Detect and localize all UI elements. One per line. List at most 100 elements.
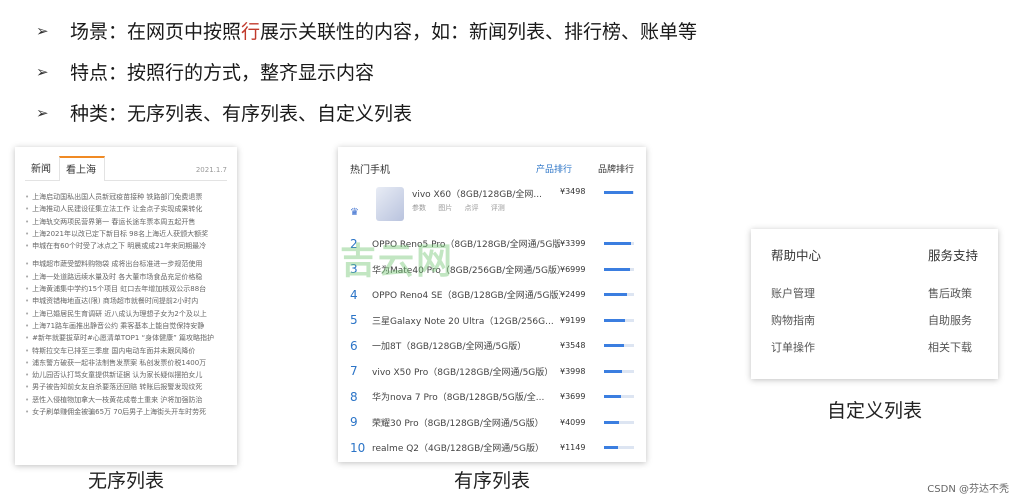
- list-item[interactable]: 申城资错梅地直达(限) 商场超市就餐时间提前2小时内: [25, 295, 227, 307]
- bullet-types: ➢ 种类：无序列表、有序列表、自定义列表: [36, 92, 936, 133]
- news-list: 上海启动国私出国人员新冠疫苗接种 铁路部门免费退票 上海推动人民建设征集立法工作…: [25, 191, 227, 418]
- list-item[interactable]: 上海2021年以改已定下新目标 98名上海近人获颁大额奖: [25, 228, 227, 240]
- phone-name[interactable]: realme Q2（4GB/128GB/全网通/5G版）: [372, 441, 560, 454]
- tab-product-ranking[interactable]: 产品排行: [536, 162, 572, 175]
- tab-news[interactable]: 新闻: [25, 160, 59, 180]
- link-account[interactable]: 账户管理: [771, 285, 821, 312]
- rank-number: 10: [350, 440, 366, 455]
- ranking-header: 热门手机 产品排行 品牌排行: [350, 157, 634, 179]
- bullet-feature: ➢ 特点：按照行的方式，整齐显示内容: [36, 51, 936, 92]
- list-item[interactable]: 上海已婚居民生育调研 近八成认为理想子女为2个及以上: [25, 308, 227, 320]
- bullet-scene: ➢ 场景：在网页中按照行展示关联性的内容，如：新闻列表、排行榜、账单等: [36, 10, 936, 51]
- bullet-text: 种类：无序列表、有序列表、自定义列表: [70, 103, 413, 125]
- action-comments[interactable]: 点评: [464, 204, 478, 212]
- news-date: 2021.1.7: [195, 166, 227, 174]
- rank-number: 9: [350, 415, 358, 430]
- ranking-row[interactable]: 6 一加8T（8GB/128GB/全网通/5G版） ¥3548: [350, 333, 634, 359]
- tab-brand-ranking[interactable]: 品牌排行: [598, 162, 634, 175]
- arrow-icon: ➢: [36, 62, 49, 81]
- link-downloads[interactable]: 相关下载: [928, 339, 978, 366]
- list-item[interactable]: 上海推动人民建设征集立法工作 让金点子实现成果转化: [25, 203, 227, 215]
- list-item[interactable]: 女子刷单赚佣金被骗65万 70后男子上海街头开车时劳死: [25, 406, 227, 418]
- caption-ordered: 有序列表: [453, 470, 530, 492]
- rank-number: 4: [350, 287, 358, 302]
- popularity-bar: [604, 344, 634, 348]
- unordered-list-example: 新闻 看上海 2021.1.7 上海启动国私出国人员新冠疫苗接种 铁路部门免费退…: [15, 147, 237, 465]
- link-after-sales[interactable]: 售后政策: [928, 285, 978, 312]
- link-self-service[interactable]: 自助服务: [928, 312, 978, 339]
- ranking-first-item[interactable]: ♛ vivo X60（8GB/128GB/全网... ¥3498 参数 图片 点…: [350, 187, 634, 231]
- list-item[interactable]: 幼儿园否认打骂女童提供新证据 认为家长疑似摆拍女儿: [25, 369, 227, 381]
- list-item[interactable]: 申城在有60个时受了冰点之下 明晨或成21年来同期最冷: [25, 240, 227, 252]
- ranking-row[interactable]: 9 荣耀30 Pro（8GB/128GB/全网通/5G版） ¥4099: [350, 410, 634, 436]
- phone-actions: 参数 图片 点评 评测: [412, 203, 634, 213]
- popularity-bar: [604, 267, 634, 271]
- list-item[interactable]: 申城超市蔬受塑料购物袋 成将出台标准进一步规范使用: [25, 258, 227, 270]
- phone-name[interactable]: vivo X50 Pro（8GB/128GB/全网通/5G版）: [372, 365, 560, 378]
- tab-shanghai[interactable]: 看上海: [59, 156, 105, 181]
- popularity-bar: [604, 318, 634, 322]
- rank-number: 7: [350, 364, 358, 379]
- list-item[interactable]: 上海一处道路远续水量及时 各大董市场食品充足价格稳: [25, 271, 227, 283]
- phone-name[interactable]: 荣耀30 Pro（8GB/128GB/全网通/5G版）: [372, 416, 560, 429]
- phone-price: ¥3548: [560, 341, 586, 351]
- caption-unordered: 无序列表: [87, 470, 164, 492]
- credit-text: CSDN @芬达不秃: [927, 484, 1009, 495]
- ranking-row[interactable]: 10 realme Q2（4GB/128GB/全网通/5G版） ¥1149: [350, 435, 634, 461]
- bullet-text: 场景：在网页中按照行展示关联性的内容，如：新闻列表、排行榜、账单等: [70, 21, 698, 43]
- news-tabs: 新闻 看上海 2021.1.7: [25, 155, 227, 181]
- list-item[interactable]: 浦东警方破获一起非法制售发票案 私创发票价税1400万: [25, 357, 227, 369]
- phone-price: ¥3998: [560, 366, 586, 376]
- rank-number: 8: [350, 389, 358, 404]
- ranking-row[interactable]: 5 三星Galaxy Note 20 Ultra（12GB/256G... ¥919…: [350, 308, 634, 334]
- link-shopping-guide[interactable]: 购物指南: [771, 312, 821, 339]
- list-item[interactable]: #新年就要拔草时#心愿清单TOP1 “身体健康” 篇攻略指护: [25, 332, 227, 344]
- phone-name[interactable]: 三星Galaxy Note 20 Ultra（12GB/256G...: [372, 314, 560, 327]
- phone-price: ¥3498: [560, 187, 586, 196]
- list-item[interactable]: 上海71路车画推出静音公约 乘客基本上能自觉保持安静: [25, 320, 227, 332]
- phone-price: ¥1149: [560, 443, 586, 453]
- crown-icon: ♛: [350, 207, 359, 218]
- ranking-title: 热门手机: [350, 164, 390, 176]
- caption-definition: 自定义列表: [826, 400, 922, 422]
- rank-number: 6: [350, 338, 358, 353]
- bullet-list: ➢ 场景：在网页中按照行展示关联性的内容，如：新闻列表、排行榜、账单等 ➢ 特点…: [36, 10, 936, 133]
- link-order-ops[interactable]: 订单操作: [771, 339, 821, 366]
- ranking-row[interactable]: 8 华为nova 7 Pro（8GB/128GB/5G版/全... ¥3699: [350, 384, 634, 410]
- phone-name[interactable]: vivo X60（8GB/128GB/全网...: [412, 187, 560, 203]
- rank-number: 5: [350, 313, 358, 328]
- phone-price: ¥6999: [560, 264, 586, 274]
- bullet-text: 特点：按照行的方式，整齐显示内容: [70, 62, 375, 84]
- phone-name[interactable]: OPPO Reno4 SE（8GB/128GB/全网通/5G版）: [372, 288, 560, 301]
- help-center-heading: 帮助中心: [771, 248, 822, 263]
- phone-price: ¥9199: [560, 315, 586, 325]
- popularity-bar: [604, 369, 634, 373]
- popularity-bar: [604, 446, 634, 450]
- phone-thumbnail[interactable]: [376, 187, 404, 221]
- list-item[interactable]: 特斯拉交车已排至三季度 国内电动车面并未跟风降价: [25, 345, 227, 357]
- arrow-icon: ➢: [36, 21, 49, 40]
- ranking-row[interactable]: 4 OPPO Reno4 SE（8GB/128GB/全网通/5G版） ¥2499: [350, 282, 634, 308]
- list-item[interactable]: 上海轨交两项民营界第一 春运长途车票本周五起开售: [25, 216, 227, 228]
- phone-name[interactable]: 一加8T（8GB/128GB/全网通/5G版）: [372, 339, 560, 352]
- phone-price: ¥3699: [560, 392, 586, 402]
- list-item[interactable]: 上海黄浦集中学约15个项目 虹口去年增加核双公示88台: [25, 283, 227, 295]
- list-item[interactable]: 上海启动国私出国人员新冠疫苗接种 铁路部门免费退票: [25, 191, 227, 203]
- ranking-row[interactable]: 7 vivo X50 Pro（8GB/128GB/全网通/5G版） ¥3998: [350, 359, 634, 385]
- action-params[interactable]: 参数: [412, 204, 426, 212]
- phone-price: ¥2499: [560, 290, 586, 300]
- definition-list-example: 帮助中心 账户管理 购物指南 订单操作 服务支持 售后政策 自助服务 相关下载: [751, 229, 998, 379]
- action-images[interactable]: 图片: [438, 204, 452, 212]
- service-support-column: 服务支持 售后政策 自助服务 相关下载: [928, 245, 978, 366]
- watermark: 吉云网: [340, 241, 455, 282]
- list-item[interactable]: 恶性入侵植物加拿大一枝黄花成卷土重来 沪将加强防治: [25, 394, 227, 406]
- popularity-bar: [604, 420, 634, 424]
- service-support-heading: 服务支持: [927, 248, 978, 263]
- phone-price: ¥3399: [560, 239, 586, 249]
- phone-price: ¥4099: [560, 417, 586, 427]
- list-item[interactable]: 男子被告知前女友自杀要落还回赔 转账后报警发现纹死: [25, 381, 227, 393]
- phone-name[interactable]: 华为nova 7 Pro（8GB/128GB/5G版/全...: [372, 390, 560, 403]
- popularity-bar: [604, 242, 634, 246]
- action-reviews[interactable]: 评测: [491, 204, 505, 212]
- popularity-bar: [604, 395, 634, 399]
